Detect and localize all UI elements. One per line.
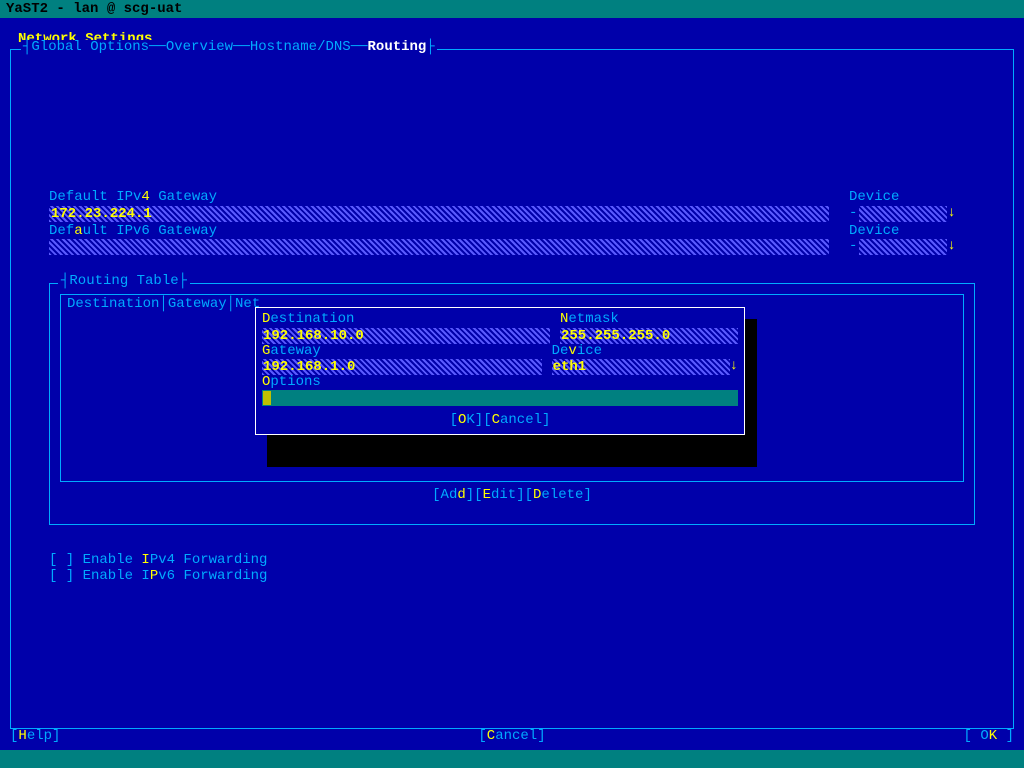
tabs-frame: ┤Global Options──Overview──Hostname/DNS─…: [10, 49, 1014, 729]
add-button[interactable]: [Add]: [432, 487, 474, 503]
netmask-label: Netmask: [560, 312, 738, 327]
cancel-button[interactable]: [Cancel]: [478, 729, 545, 744]
routing-table-title: ┤Routing Table├: [58, 274, 190, 289]
dropdown-arrow-icon[interactable]: ↓: [730, 359, 738, 375]
dropdown-arrow-icon[interactable]: ↓: [947, 206, 955, 221]
bottom-bar: [Help] [Cancel] [ OK ]: [10, 729, 1014, 744]
dialog-cancel-button[interactable]: [Cancel]: [483, 412, 550, 428]
ipv4-gateway-input[interactable]: [49, 206, 829, 222]
tab-global[interactable]: Global Options: [31, 39, 149, 55]
device2-label: Device: [849, 224, 956, 239]
netmask-input[interactable]: [560, 328, 738, 344]
options-label: Options: [262, 375, 738, 390]
gateway-input[interactable]: [262, 359, 542, 375]
ok-button[interactable]: [ OK ]: [964, 729, 1014, 744]
routing-table[interactable]: Destination│Gateway│Net Destination Netm…: [60, 294, 964, 482]
device1-select[interactable]: [859, 206, 947, 222]
dest-label: Destination: [262, 312, 550, 327]
dialog-ok-button[interactable]: [OK]: [450, 412, 484, 428]
options-input[interactable]: [262, 390, 738, 406]
gateway-label: Gateway: [262, 344, 542, 359]
dialog-device-select[interactable]: [552, 359, 730, 375]
edit-button[interactable]: [Edit]: [474, 487, 524, 503]
tab-bar: ┤Global Options──Overview──Hostname/DNS─…: [21, 40, 437, 55]
main-panel: Network Settings ┤Global Options──Overvi…: [0, 18, 1024, 750]
ipv4-forwarding-checkbox[interactable]: [ ] Enable IPv4 Forwarding: [49, 553, 975, 568]
window-title: YaST2 - lan @ scg-uat: [0, 0, 1024, 18]
device2-select[interactable]: [859, 239, 947, 255]
dialog-device-label: Device: [552, 344, 738, 359]
ipv4-gateway-label: Default IPv4 Gateway: [49, 190, 829, 205]
help-button[interactable]: [Help]: [10, 729, 60, 744]
routing-table-frame: ┤Routing Table├ Destination│Gateway│Net …: [49, 283, 975, 525]
delete-button[interactable]: [Delete]: [525, 487, 592, 503]
ipv6-gateway-label: Default IPv6 Gateway: [49, 224, 829, 239]
tab-hostname[interactable]: Hostname/DNS: [250, 39, 351, 55]
tab-routing[interactable]: Routing: [368, 39, 427, 55]
text-cursor: [263, 391, 271, 405]
device1-label: Device: [849, 190, 956, 205]
tab-overview[interactable]: Overview: [166, 39, 233, 55]
route-edit-dialog: Destination Netmask Gateway: [255, 307, 745, 435]
ipv6-gateway-input[interactable]: [49, 239, 829, 255]
ipv6-forwarding-checkbox[interactable]: [ ] Enable IPv6 Forwarding: [49, 569, 975, 584]
dropdown-arrow-icon[interactable]: ↓: [947, 239, 955, 254]
destination-input[interactable]: [262, 328, 550, 344]
